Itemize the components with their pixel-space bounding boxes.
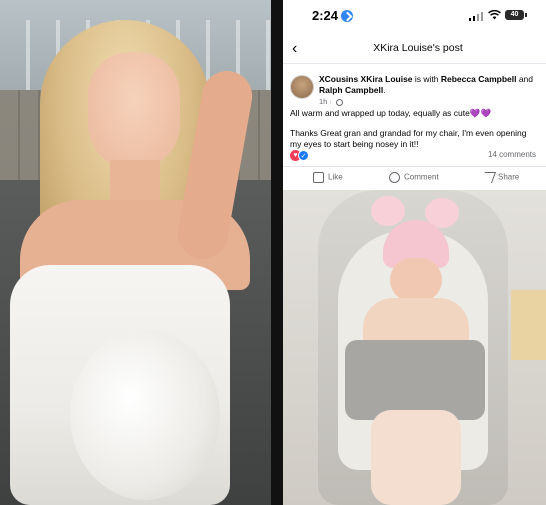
post-text-line-2: Thanks Great gran and grandad for my cha… [290, 128, 527, 149]
toy-box [511, 290, 546, 360]
author-name[interactable]: XCousins XKira Louise [319, 74, 413, 84]
and-text: and [516, 74, 534, 84]
post-actions: Like Comment Share [283, 166, 546, 190]
avatar[interactable] [290, 75, 314, 99]
share-arrow-icon [480, 172, 497, 183]
location-arrow-icon [341, 10, 353, 22]
pompom-left [371, 196, 405, 226]
with-text: is with [412, 74, 441, 84]
post-author-line: XCousins XKira Louise is with Rebecca Ca… [319, 74, 544, 96]
chevron-left-icon[interactable]: ‹ [292, 40, 306, 58]
post-time[interactable]: 1h · [319, 97, 332, 106]
comment-button[interactable]: Comment [389, 172, 439, 183]
divider [271, 0, 283, 505]
thumbs-up-icon [313, 172, 324, 183]
post-photo-baby-in-bouncer[interactable] [283, 190, 546, 505]
bouncer-harness [345, 340, 485, 420]
tagged-user-2[interactable]: Ralph Campbell [319, 85, 383, 95]
like-button[interactable]: Like [313, 172, 343, 183]
post-meta: 1h · [319, 97, 344, 106]
face [88, 52, 180, 170]
comments-count[interactable]: 14 comments [488, 150, 536, 159]
baby-face [390, 258, 442, 302]
tagged-user-1[interactable]: Rebecca Campbell [441, 74, 517, 84]
page-title: XKira Louise's post [373, 42, 463, 54]
comment-label: Comment [404, 172, 439, 182]
facebook-post-screenshot: 2:24 40 ‹ XKira Louise's post XCousins X… [283, 0, 546, 505]
thumbs-up-reaction-icon: ✓ [298, 150, 309, 161]
status-time: 2:24 [312, 8, 339, 23]
status-bar: 2:24 40 [283, 0, 546, 32]
post-body: All warm and wrapped up today, equally a… [290, 108, 540, 150]
baby-legs [371, 410, 461, 505]
like-label: Like [328, 172, 343, 182]
share-label: Share [498, 172, 520, 182]
comment-bubble-icon [389, 172, 400, 183]
pregnant-woman-photo [0, 0, 271, 505]
wifi-icon [488, 9, 501, 20]
battery-icon: 40 [505, 10, 527, 20]
signal-icon [469, 12, 483, 21]
globe-icon [336, 98, 344, 106]
post-header: XCousins XKira Louise is with Rebecca Ca… [283, 70, 546, 110]
post-text-line-1: All warm and wrapped up today, equally a… [290, 108, 492, 118]
post-navbar: ‹ XKira Louise's post [283, 36, 546, 64]
baby-bump [70, 330, 220, 500]
reactions-bar[interactable]: ♥ ✓ 14 comments [290, 150, 540, 162]
share-button[interactable]: Share [480, 172, 520, 183]
period-text: . [383, 85, 386, 95]
